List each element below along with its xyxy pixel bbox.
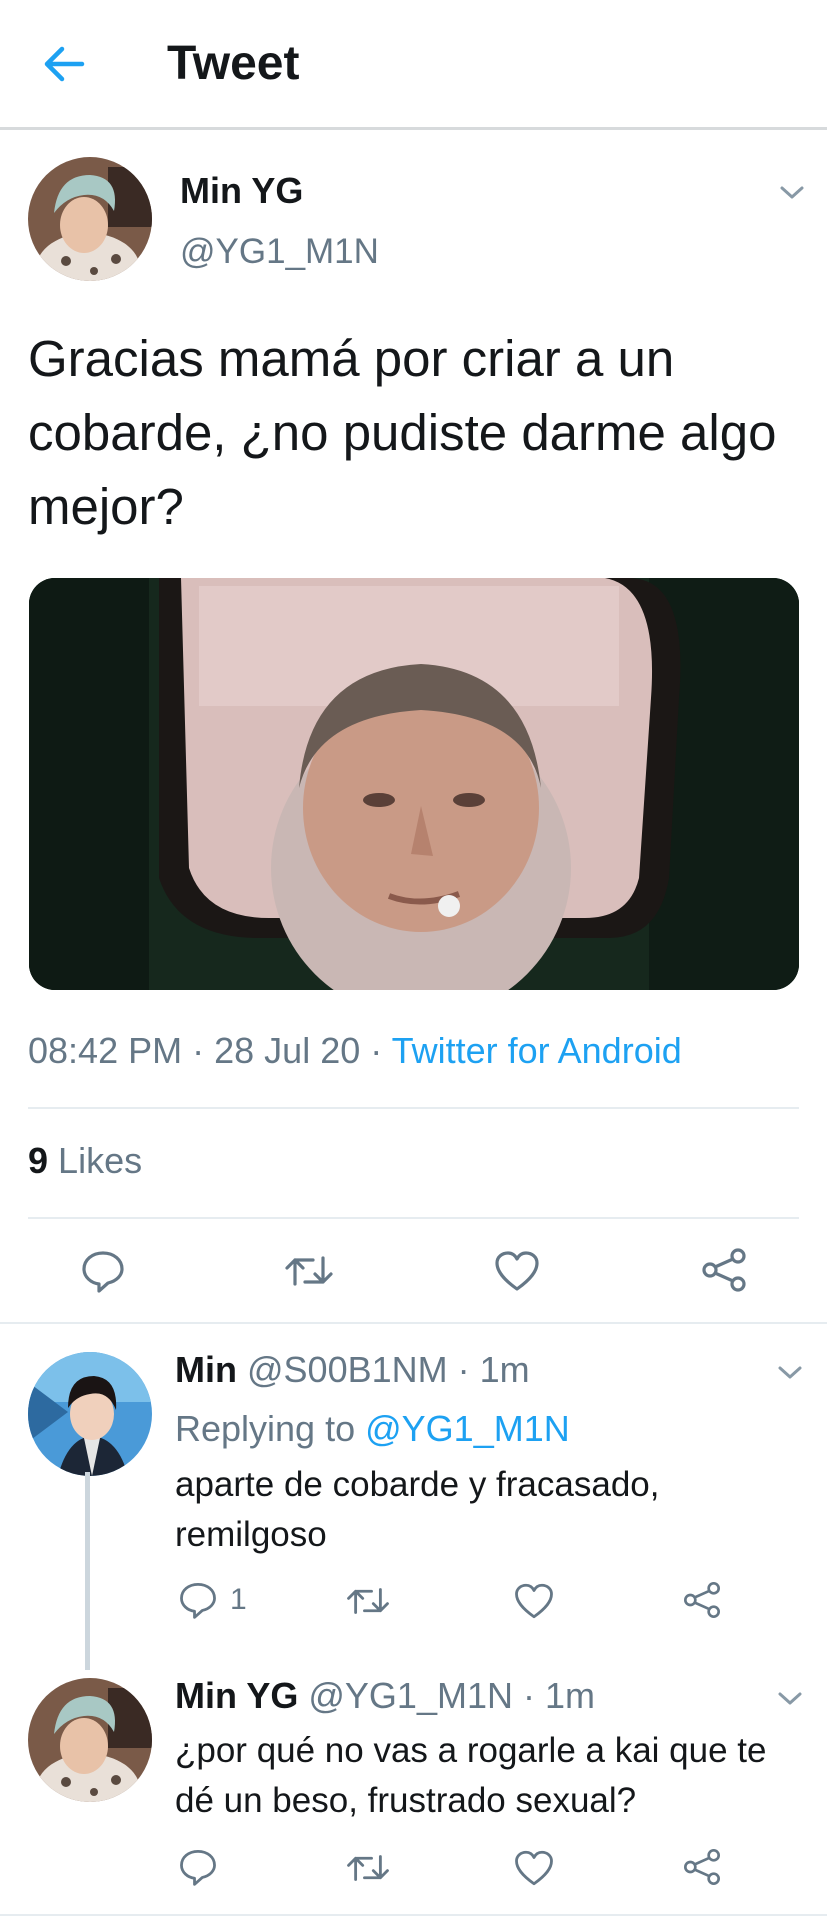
reply-avatar[interactable] — [28, 1352, 152, 1476]
like-button[interactable] — [513, 1581, 555, 1621]
retweet-icon — [347, 1855, 389, 1881]
retweet-icon — [347, 1588, 389, 1614]
author-avatar[interactable] — [28, 157, 152, 281]
reply-text: ¿por qué no vas a rogarle a kai que te d… — [175, 1731, 767, 1820]
tweet-source-link[interactable]: Twitter for Android — [392, 1030, 682, 1071]
likes-stat[interactable]: 9 Likes — [28, 1140, 142, 1182]
tweet-time: 08:42 PM — [28, 1030, 183, 1071]
share-button[interactable] — [682, 1847, 722, 1887]
share-icon — [684, 1849, 720, 1885]
heart-icon — [515, 1583, 553, 1619]
share-icon — [684, 1582, 720, 1618]
reply-header: Min @S00B1NM · 1m — [175, 1349, 530, 1391]
like-button[interactable] — [513, 1848, 555, 1888]
divider — [28, 1107, 799, 1109]
share-button[interactable] — [682, 1580, 722, 1620]
author-handle[interactable]: @YG1_M1N — [180, 232, 379, 272]
reply-time: 1m — [545, 1675, 596, 1716]
reply-author-name[interactable]: Min YG — [175, 1675, 298, 1716]
thread-connector — [85, 1472, 90, 1670]
divider — [0, 1322, 827, 1324]
reply-time: 1m — [479, 1349, 530, 1390]
reply-author-name[interactable]: Min — [175, 1349, 237, 1390]
tweet-media[interactable] — [29, 578, 799, 990]
likes-label: Likes — [58, 1140, 143, 1181]
replying-to-link[interactable]: @YG1_M1N — [365, 1408, 570, 1449]
page-title: Tweet — [167, 37, 300, 90]
share-button[interactable] — [700, 1247, 748, 1293]
replying-to: Replying to @YG1_M1N — [175, 1408, 570, 1450]
replying-prefix: Replying to — [175, 1408, 356, 1449]
reply-button[interactable] — [178, 1847, 218, 1887]
tweet-menu-button[interactable] — [772, 178, 812, 208]
comment-icon — [82, 1251, 124, 1293]
reply-author-handle[interactable]: @S00B1NM — [247, 1349, 448, 1390]
back-button[interactable] — [36, 40, 92, 88]
heart-icon — [515, 1850, 553, 1886]
meta-separator: · — [457, 1349, 470, 1390]
share-icon — [702, 1248, 746, 1292]
tweet-meta: 08:42 PM · 28 Jul 20 · Twitter for Andro… — [28, 1030, 682, 1072]
meta-separator: · — [370, 1030, 383, 1071]
retweet-button[interactable] — [345, 1849, 391, 1887]
reply-author-handle[interactable]: @YG1_M1N — [308, 1675, 513, 1716]
reply-header: Min YG @YG1_M1N · 1m — [175, 1675, 595, 1717]
reply-avatar[interactable] — [28, 1678, 152, 1802]
author-name[interactable]: Min YG — [180, 170, 303, 212]
tweet-date: 28 Jul 20 — [214, 1030, 361, 1071]
top-bar: Tweet — [0, 0, 827, 130]
reply-count: 1 — [230, 1583, 247, 1616]
retweet-button[interactable] — [283, 1250, 335, 1292]
likes-count: 9 — [28, 1140, 49, 1181]
meta-separator: · — [192, 1030, 205, 1071]
heart-icon — [495, 1251, 539, 1291]
meta-separator: · — [523, 1675, 535, 1716]
arrow-left-icon — [44, 46, 85, 82]
chevron-down-icon — [780, 186, 804, 199]
chevron-down-icon — [778, 1366, 802, 1379]
retweet-button[interactable] — [345, 1582, 391, 1620]
retweet-icon — [285, 1256, 333, 1286]
like-button[interactable] — [493, 1249, 541, 1293]
tweet-text: Gracias mamá por criar a un cobarde, ¿no… — [28, 330, 777, 535]
divider — [28, 1217, 799, 1219]
divider — [0, 1914, 827, 1916]
reply-menu-button[interactable] — [770, 1684, 810, 1714]
reply-button[interactable]: 1 — [178, 1580, 247, 1620]
comment-icon — [180, 1849, 216, 1886]
chevron-down-icon — [778, 1692, 802, 1705]
comment-icon — [180, 1582, 216, 1619]
reply-button[interactable] — [80, 1248, 126, 1294]
reply-menu-button[interactable] — [770, 1358, 810, 1388]
reply-text: aparte de cobarde y fracasado, remilgoso — [175, 1465, 660, 1554]
